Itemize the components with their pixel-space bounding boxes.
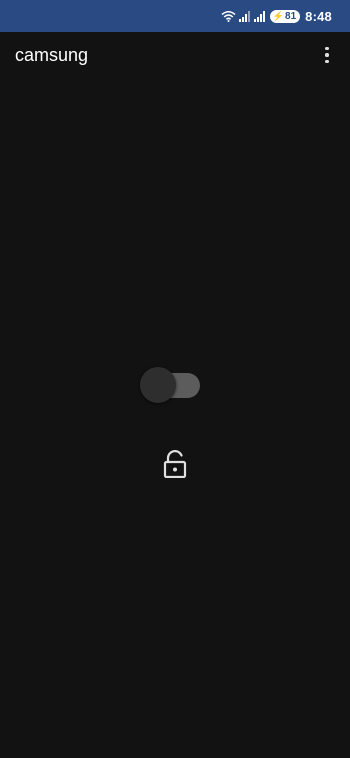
wifi-icon bbox=[221, 11, 236, 22]
status-icons bbox=[221, 10, 266, 22]
status-time: 8:48 bbox=[305, 8, 332, 24]
power-toggle-switch[interactable] bbox=[140, 366, 202, 404]
app-title: camsung bbox=[15, 44, 89, 65]
signal-icon bbox=[253, 10, 265, 22]
more-vert-icon[interactable] bbox=[318, 43, 336, 67]
menu-dot bbox=[325, 46, 329, 51]
app-screen: ⚡ 81 8:48 camsung bbox=[0, 0, 350, 758]
app-bar: camsung bbox=[0, 32, 350, 78]
toggle-thumb bbox=[140, 367, 176, 403]
menu-dot bbox=[325, 59, 329, 64]
battery-indicator: ⚡ 81 bbox=[269, 9, 301, 23]
battery-charging-icon: ⚡ bbox=[272, 10, 285, 21]
menu-dot bbox=[325, 53, 329, 57]
signal-icon bbox=[238, 10, 250, 22]
lock-open-icon[interactable] bbox=[162, 450, 188, 478]
status-bar: ⚡ 81 8:48 bbox=[0, 0, 350, 32]
battery-level: 81 bbox=[285, 10, 297, 22]
